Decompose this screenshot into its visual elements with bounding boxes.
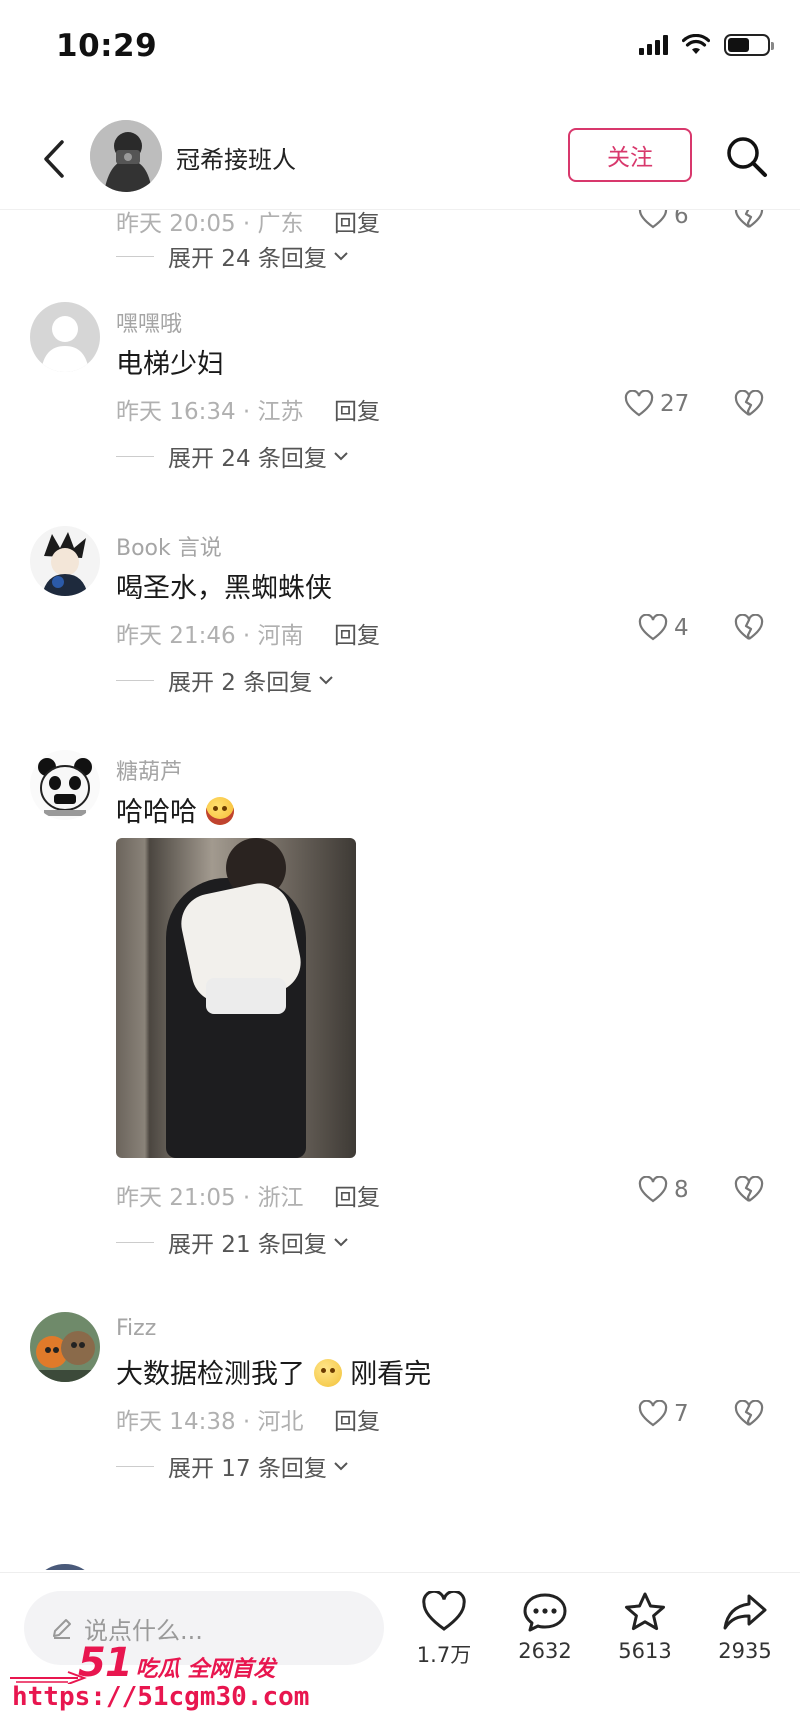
like-count: 27 xyxy=(660,391,690,417)
user-avatar[interactable] xyxy=(30,1564,100,1570)
comment-image[interactable] xyxy=(116,838,356,1158)
share-count: 2935 xyxy=(718,1639,772,1663)
broken-heart-icon[interactable] xyxy=(734,390,764,418)
watermark-text: 吃瓜 全网首发 xyxy=(135,1657,276,1682)
comment-meta: 昨天 14:38 · 河北 回复 7 xyxy=(116,1398,776,1438)
like-count: 7 xyxy=(674,1401,689,1427)
watermark-url: https://51cgm30.com xyxy=(12,1682,310,1712)
chevron-down-icon xyxy=(334,1462,348,1471)
heart-icon xyxy=(422,1591,466,1631)
chevron-down-icon xyxy=(334,252,348,261)
favorite-count: 5613 xyxy=(618,1639,672,1663)
expand-replies-label: 展开 24 条回复 xyxy=(168,246,327,272)
comment-text: 哈哈哈 xyxy=(116,790,234,829)
like-button[interactable]: 27 xyxy=(624,390,689,418)
comment-time: 昨天 21:46 · 河南 xyxy=(116,623,304,649)
user-avatar[interactable] xyxy=(30,750,100,820)
comment-meta: 昨天 21:46 · 河南 回复 4 xyxy=(116,612,776,652)
username[interactable]: 糖葫芦 xyxy=(116,754,182,786)
user-avatar[interactable] xyxy=(30,1312,100,1382)
expand-replies-label: 展开 21 条回复 xyxy=(168,1232,327,1258)
chevron-down-icon xyxy=(334,1238,348,1247)
heart-icon xyxy=(638,614,668,641)
status-bar: 10:29 xyxy=(0,0,800,100)
comment-meta: 昨天 16:34 · 江苏 回复 27 xyxy=(116,388,776,428)
heart-icon xyxy=(624,390,654,417)
broken-heart-icon[interactable] xyxy=(734,1400,764,1428)
author-avatar[interactable] xyxy=(90,120,162,192)
like-post-button[interactable]: 1.7万 xyxy=(399,1591,489,1669)
chat-bubble-icon xyxy=(523,1593,567,1632)
crying-smile-emoji-icon xyxy=(313,1359,342,1387)
star-icon xyxy=(625,1592,665,1631)
comment-list[interactable]: 昨天 20:05 · 广东 回复 6 展开 24 条回复 嘿嘿哦 电梯少妇 昨天… xyxy=(0,190,800,1570)
comments-button[interactable]: 2632 xyxy=(500,1591,590,1663)
watermark: 51 吃瓜 全网首发 https://51cgm30.com xyxy=(8,1640,328,1732)
username[interactable]: Book 言说 xyxy=(116,530,222,562)
comment-text-content: 大数据检测我了 xyxy=(116,1359,305,1390)
header: 冠希接班人 关注 xyxy=(0,110,800,210)
like-button[interactable]: 7 xyxy=(638,1400,689,1428)
reply-button[interactable]: 回复 xyxy=(334,1178,380,1212)
laughing-emoji-icon xyxy=(205,797,234,825)
status-icons xyxy=(639,34,774,56)
reply-button[interactable]: 回复 xyxy=(334,616,380,650)
expand-replies-label: 展开 24 条回复 xyxy=(168,446,327,472)
like-count: 1.7万 xyxy=(416,1643,472,1667)
share-button[interactable]: 2935 xyxy=(700,1591,790,1663)
broken-heart-icon[interactable] xyxy=(734,614,764,642)
like-button[interactable]: 4 xyxy=(638,614,689,642)
signal-icon xyxy=(639,35,668,55)
chevron-down-icon xyxy=(319,676,333,685)
like-button[interactable]: 8 xyxy=(638,1176,689,1204)
comment-time: 昨天 21:05 · 浙江 xyxy=(116,1185,304,1211)
broken-heart-icon[interactable] xyxy=(734,1176,764,1204)
expand-replies-label: 展开 2 条回复 xyxy=(168,670,313,696)
author-name[interactable]: 冠希接班人 xyxy=(176,140,296,175)
pencil-icon xyxy=(53,1619,71,1639)
expand-replies-label: 展开 17 条回复 xyxy=(168,1456,327,1482)
reply-button[interactable]: 回复 xyxy=(334,1402,380,1436)
username[interactable]: 嘿嘿哦 xyxy=(116,306,182,338)
status-time: 10:29 xyxy=(56,28,158,64)
follow-button[interactable]: 关注 xyxy=(568,128,692,182)
back-arrow-icon[interactable] xyxy=(36,136,76,182)
comment-text-content: 哈哈哈 xyxy=(116,797,197,828)
chevron-down-icon xyxy=(334,452,348,461)
heart-icon xyxy=(638,1400,668,1427)
wifi-icon xyxy=(682,34,710,54)
reply-button[interactable]: 回复 xyxy=(334,392,380,426)
comment-time: 昨天 16:34 · 江苏 xyxy=(116,399,304,425)
comment-meta: 昨天 21:05 · 浙江 回复 8 xyxy=(116,1174,776,1214)
like-count: 4 xyxy=(674,615,689,641)
username[interactable]: Fizz xyxy=(116,1316,156,1341)
watermark-brand: 51 吃瓜 全网首发 xyxy=(78,1640,275,1686)
user-avatar[interactable] xyxy=(30,302,100,372)
comment-text: 喝圣水，黑蜘蛛侠 xyxy=(116,573,332,604)
comment-text: 大数据检测我了 刚看完 xyxy=(116,1352,431,1391)
expand-replies[interactable]: 展开 17 条回复 xyxy=(116,1448,349,1484)
expand-replies[interactable]: 展开 24 条回复 xyxy=(116,238,349,274)
expand-replies[interactable]: 展开 2 条回复 xyxy=(116,662,334,698)
expand-replies[interactable]: 展开 24 条回复 xyxy=(116,438,349,474)
like-count: 8 xyxy=(674,1177,689,1203)
comment-time: 昨天 14:38 · 河北 xyxy=(116,1409,304,1435)
search-icon[interactable] xyxy=(724,134,770,180)
comment-text-content: 刚看完 xyxy=(350,1359,432,1390)
favorite-button[interactable]: 5613 xyxy=(600,1591,690,1663)
comment-count: 2632 xyxy=(518,1639,572,1663)
share-arrow-icon xyxy=(723,1594,767,1630)
user-avatar[interactable] xyxy=(30,526,100,596)
heart-icon xyxy=(638,1176,668,1203)
comment-text: 电梯少妇 xyxy=(116,349,224,380)
watermark-number: 51 xyxy=(78,1640,133,1686)
battery-icon xyxy=(724,34,774,56)
expand-replies[interactable]: 展开 21 条回复 xyxy=(116,1224,349,1260)
